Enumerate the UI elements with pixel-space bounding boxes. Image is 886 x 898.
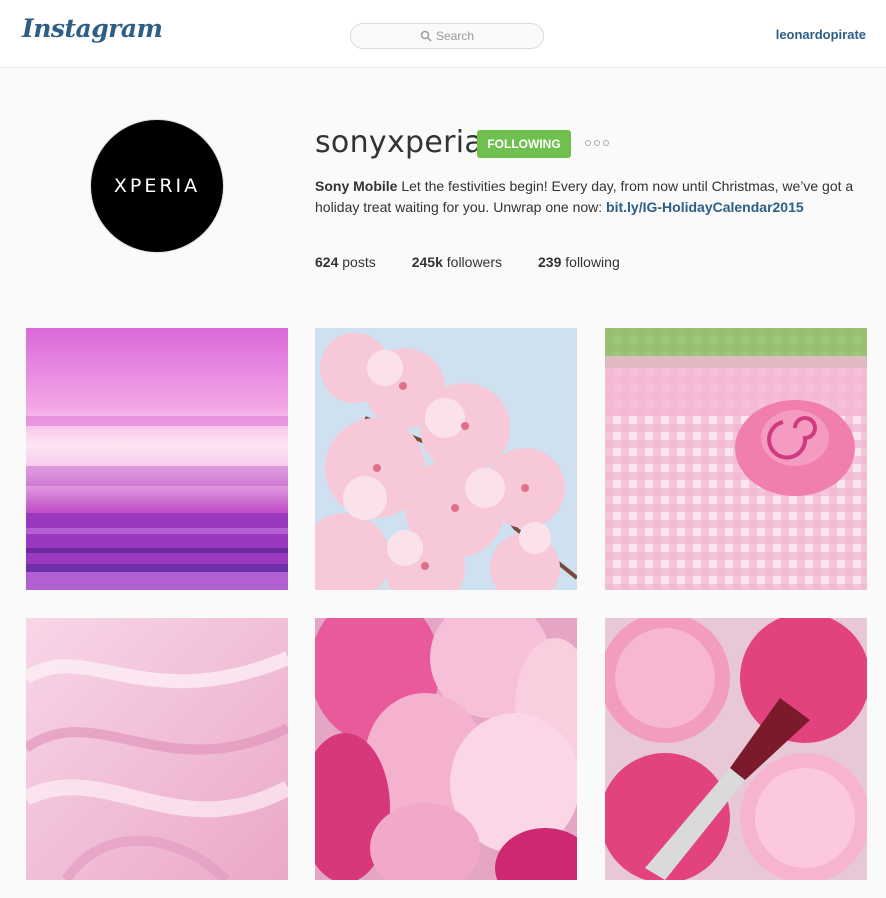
post-thumbnail-blush-brush[interactable] (605, 618, 867, 880)
post-thumbnail-balloons[interactable] (315, 618, 577, 880)
post-thumbnail-cherry-blossoms[interactable] (315, 328, 577, 590)
followers-stat[interactable]: 245k followers (412, 254, 502, 270)
search-input[interactable]: Search (350, 23, 544, 49)
current-user-link[interactable]: leonardopirate (776, 27, 866, 42)
following-stat[interactable]: 239 following (538, 254, 620, 270)
fondant-rose-image (605, 328, 867, 590)
search-placeholder: Search (435, 29, 475, 43)
profile-username: sonyxperia (315, 125, 484, 160)
instagram-logo[interactable]: Instagram (22, 14, 163, 43)
more-options-icon[interactable] (585, 140, 609, 148)
search-icon (420, 30, 432, 42)
profile-stats: 624 posts 245k followers 239 following (315, 254, 656, 270)
avatar-logo-text: XPERIA (113, 175, 201, 197)
posts-stat: 624 posts (315, 254, 376, 270)
blush-brush-image (605, 618, 867, 880)
balloons-image (315, 618, 577, 880)
post-thumbnail-sunset[interactable] (26, 328, 288, 590)
cherry-blossom-image (315, 328, 577, 590)
sunset-image (26, 328, 288, 590)
bio-link[interactable]: bit.ly/IG-HolidayCalendar2015 (606, 199, 804, 215)
profile-bio: Sony Mobile Let the festivities begin! E… (315, 176, 855, 218)
pink-silk-image (26, 618, 288, 880)
post-thumbnail-pink-silk[interactable] (26, 618, 288, 880)
bio-name: Sony Mobile (315, 178, 398, 194)
following-button[interactable]: FOLLOWING (477, 130, 571, 158)
top-bar: Instagram Search leonardopirate (0, 0, 886, 68)
post-thumbnail-fondant-rose[interactable] (605, 328, 867, 590)
profile-avatar: XPERIA (90, 119, 224, 253)
